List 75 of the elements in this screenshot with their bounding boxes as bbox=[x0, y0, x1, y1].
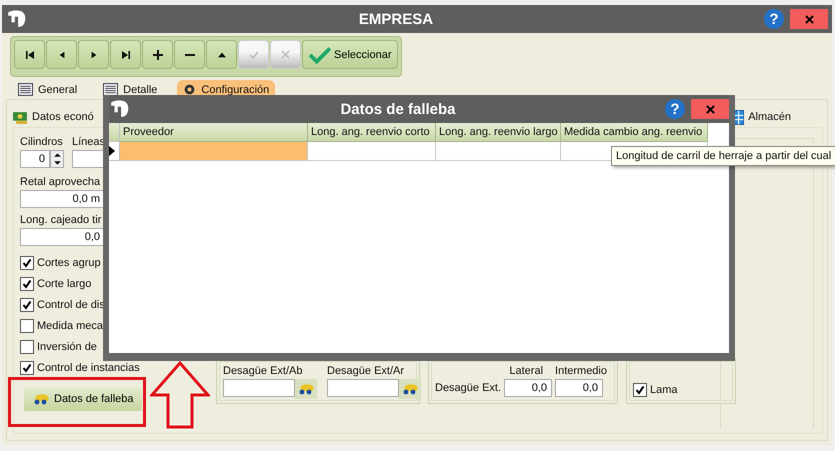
checkbox[interactable] bbox=[20, 298, 34, 312]
checkbox[interactable] bbox=[20, 256, 34, 270]
column-label: Intermedio bbox=[555, 364, 607, 379]
column-header[interactable]: Proveedor bbox=[120, 123, 308, 142]
lookup-button[interactable] bbox=[295, 379, 317, 399]
number-field[interactable]: 0,0 m bbox=[20, 190, 105, 208]
field-label: Retal aprovecha bbox=[20, 175, 102, 190]
last-record-icon bbox=[120, 50, 130, 60]
number-field[interactable]: 0 bbox=[20, 150, 50, 168]
checkbox[interactable] bbox=[20, 340, 34, 354]
car-icon bbox=[401, 383, 419, 395]
dialog-title: Datos de falleba bbox=[339, 100, 457, 118]
window-title: EMPRESA bbox=[358, 10, 434, 28]
help-button[interactable]: ? bbox=[665, 99, 685, 119]
cross-icon bbox=[281, 50, 290, 59]
table-cell[interactable] bbox=[436, 142, 561, 161]
number-field[interactable]: 0,0 bbox=[555, 379, 604, 397]
car-icon bbox=[297, 383, 315, 395]
column-header[interactable]: Long. ang. reenvio largo bbox=[436, 123, 561, 142]
table-cell[interactable] bbox=[308, 142, 436, 161]
up-icon bbox=[216, 50, 226, 58]
checkbox-label: Corte largo bbox=[37, 278, 92, 290]
help-button[interactable]: ? bbox=[764, 9, 784, 29]
field-label: Long. cajeado tir bbox=[20, 213, 102, 228]
close-button[interactable] bbox=[790, 9, 828, 29]
close-icon bbox=[706, 104, 714, 114]
text-field[interactable] bbox=[327, 379, 399, 397]
field-label: Desagüe Ext/Ab bbox=[223, 364, 304, 379]
column-header[interactable]: Long. ang. reenvio corto bbox=[308, 123, 436, 142]
previous-icon bbox=[58, 50, 66, 60]
plus-icon bbox=[152, 50, 162, 60]
toolbar-button[interactable] bbox=[174, 40, 205, 69]
close-icon bbox=[804, 14, 814, 24]
checkbox-label: Cortes agrup bbox=[37, 257, 101, 269]
number-field[interactable]: 0,0 bbox=[20, 228, 105, 246]
close-button[interactable] bbox=[691, 99, 729, 119]
tab[interactable]: Datos econó bbox=[13, 110, 94, 124]
checkbox[interactable] bbox=[20, 361, 34, 375]
tab[interactable]: General bbox=[12, 80, 84, 99]
check-icon bbox=[248, 50, 258, 60]
logo-icon bbox=[109, 98, 131, 120]
field-label: Desagüe Ext/Ar bbox=[327, 364, 406, 379]
gear-icon bbox=[183, 83, 196, 96]
checkbox[interactable] bbox=[20, 319, 34, 333]
field-label: Cilindros bbox=[20, 135, 64, 150]
table-cell[interactable] bbox=[120, 142, 308, 161]
checkbox-label: Control de instancias bbox=[37, 362, 140, 374]
logo-icon bbox=[6, 8, 28, 30]
toolbar-button[interactable] bbox=[206, 40, 237, 69]
column-header[interactable]: Medida cambio ang. reenvio bbox=[561, 123, 708, 142]
checkbox-label: Lama bbox=[650, 384, 678, 396]
lookup-button[interactable] bbox=[399, 379, 421, 399]
column-label: Lateral bbox=[509, 364, 544, 379]
header-cell bbox=[109, 123, 120, 142]
tab[interactable]: Detalle bbox=[97, 80, 164, 99]
toolbar-button[interactable] bbox=[110, 40, 141, 69]
spin-buttons[interactable] bbox=[50, 150, 64, 168]
toolbar-button[interactable] bbox=[142, 40, 173, 69]
text-field[interactable] bbox=[223, 379, 295, 397]
money-icon bbox=[13, 110, 28, 124]
checkbox-label: Medida meca bbox=[37, 320, 104, 332]
toolbar-button[interactable] bbox=[14, 40, 45, 69]
falleba-button[interactable]: Datos de falleba bbox=[24, 387, 142, 411]
first-record-icon bbox=[24, 50, 34, 60]
checkbox[interactable] bbox=[20, 277, 34, 291]
tooltip: Longitud de carril de herraje a partir del cual bbox=[611, 146, 835, 166]
select-button[interactable]: Seleccionar bbox=[302, 40, 398, 69]
checkbox-label: Inversión de bbox=[37, 341, 97, 353]
form-icon bbox=[18, 83, 33, 96]
checkbox[interactable] bbox=[633, 383, 647, 397]
car-icon bbox=[32, 393, 50, 405]
next-icon bbox=[90, 50, 98, 60]
field-label: Desagüe Ext. bbox=[435, 381, 502, 396]
check-icon bbox=[309, 46, 331, 64]
number-field[interactable]: 0,0 bbox=[504, 379, 552, 397]
